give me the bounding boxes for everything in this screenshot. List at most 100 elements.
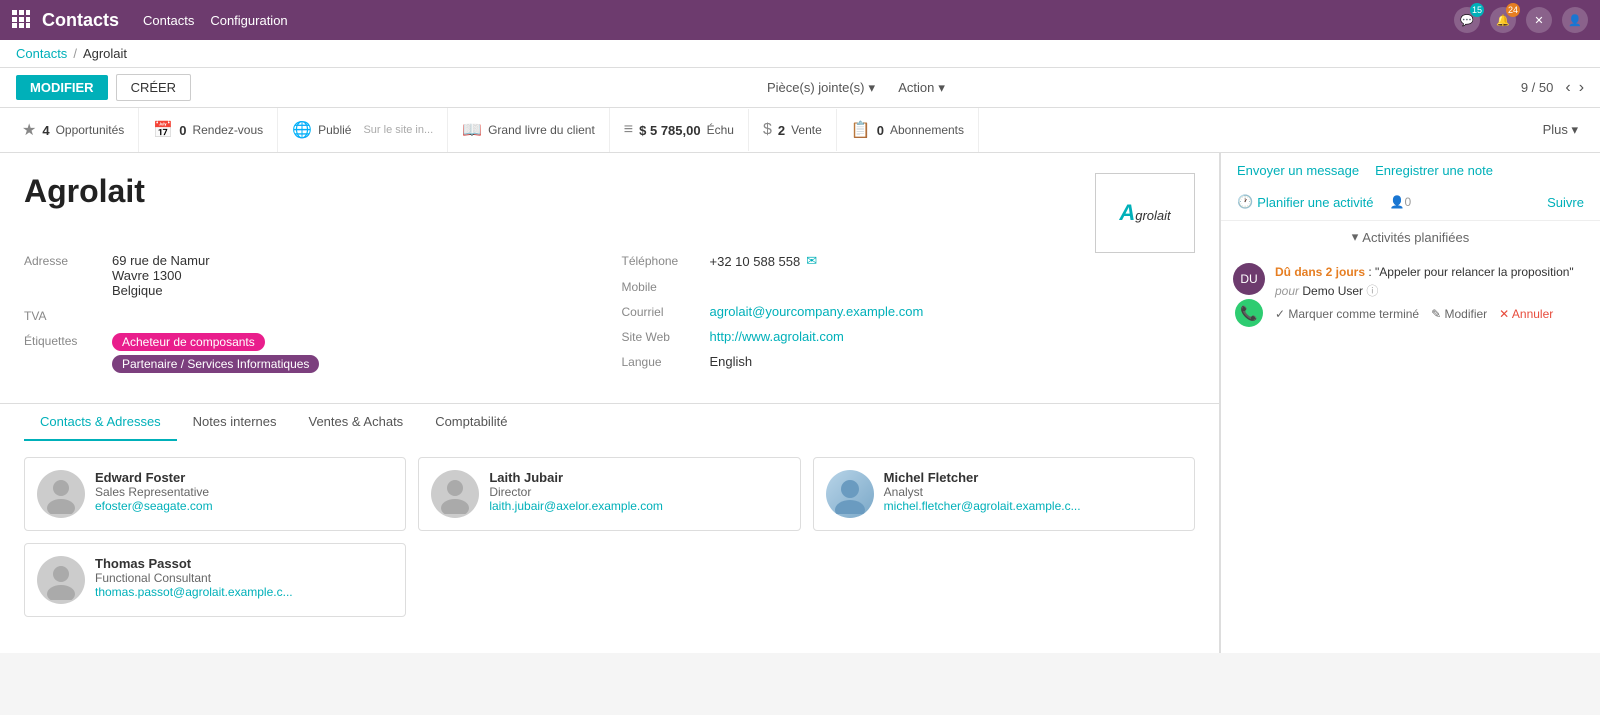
action-label: Action [898,80,934,95]
modifier-button[interactable]: MODIFIER [16,75,108,100]
activity-due: Dû dans 2 jours [1275,265,1365,279]
nav-contacts[interactable]: Contacts [143,13,194,28]
contact-info-michel: Michel Fletcher Analyst michel.fletcher@… [884,470,1081,513]
contact-card-edward[interactable]: Edward Foster Sales Representative efost… [24,457,406,531]
avatar-laith [431,470,479,518]
mobile-field: Mobile [622,279,1196,294]
siteweb-field: Site Web http://www.agrolait.com [622,329,1196,344]
stat-publie[interactable]: 🌐 Publié Sur le site in... [278,108,448,152]
contact-email-laith[interactable]: laith.jubair@axelor.example.com [489,499,663,513]
stat-abonnements-label: Abonnements [890,123,964,137]
nav-links: Contacts Configuration [143,13,1454,28]
star-icon: ★ [22,120,36,140]
nav-prev-arrow[interactable]: ‹ [1565,79,1570,97]
courriel-value[interactable]: agrolait@yourcompany.example.com [710,304,924,319]
globe-icon: 🌐 [292,120,312,140]
content-area: Agrolait Agrolait Adresse 69 rue de Namu… [0,153,1600,653]
tab-comptabilite[interactable]: Comptabilité [419,404,523,441]
mark-done-link[interactable]: ✓ Marquer comme terminé [1275,305,1419,324]
tab-contacts-adresses[interactable]: Contacts & Adresses [24,404,177,441]
info-icon[interactable]: ⓘ [1366,284,1378,298]
address-line2: Wavre 1300 [112,268,210,283]
action-button[interactable]: Action ▾ [898,80,945,96]
piecejointe-button[interactable]: Pièce(s) jointe(s) ▾ [767,80,875,96]
edit-link[interactable]: ✎ Modifier [1431,305,1487,324]
contact-email-edward[interactable]: efoster@seagate.com [95,499,213,513]
clipboard-icon: 📋 [851,120,871,140]
contact-card-michel[interactable]: Michel Fletcher Analyst michel.fletcher@… [813,457,1195,531]
user-icon[interactable]: 👤 [1562,7,1588,33]
stat-more[interactable]: Plus ▾ [1529,114,1592,146]
tva-label: TVA [24,308,104,323]
activity-phone-icon: 📞 [1235,299,1263,327]
contact-email-michel[interactable]: michel.fletcher@agrolait.example.c... [884,499,1081,513]
follow-button[interactable]: Suivre [1547,195,1584,210]
stat-abonnements-num: 0 [877,123,884,138]
stat-rendezvous-num: 0 [179,123,186,138]
activity-actions: ✓ Marquer comme terminé ✎ Modifier ✕ Ann… [1275,305,1588,324]
follower-count: 👤0 [1390,195,1412,209]
stat-abonnements[interactable]: 📋 0 Abonnements [837,108,979,152]
stat-publie-sub: Sur le site in... [363,124,433,136]
top-nav: Contacts Contacts Configuration 💬 15 🔔 2… [0,0,1600,40]
contact-name-thomas: Thomas Passot [95,556,293,571]
siteweb-value[interactable]: http://www.agrolait.com [710,329,844,344]
nav-next-arrow[interactable]: › [1579,79,1584,97]
contact-name: Agrolait [24,173,1195,210]
action-dropdown-icon[interactable]: ▾ [938,80,945,96]
siteweb-label: Site Web [622,329,702,344]
contact-email-thomas[interactable]: thomas.passot@agrolait.example.c... [95,585,293,599]
creer-button[interactable]: CRÉER [116,74,192,101]
save-note-link[interactable]: Enregistrer une note [1375,163,1493,178]
stat-rendezvous[interactable]: 📅 0 Rendez-vous [139,108,278,152]
stat-grandlivre[interactable]: 📖 Grand livre du client [448,108,610,152]
piecejointe-dropdown-icon[interactable]: ▾ [869,80,876,96]
stat-vente[interactable]: $ 2 Vente [749,109,837,151]
activity-user: Demo User [1302,284,1363,298]
stat-echu-num: $ 5 785,00 [639,123,700,138]
activities-title: Activités planifiées [1362,230,1469,245]
tab-notes-internes[interactable]: Notes internes [177,404,293,441]
breadcrumb-current: Agrolait [83,46,127,61]
contact-role-laith: Director [489,485,663,499]
phone-email-icon[interactable]: ✉ [806,253,817,269]
stat-vente-num: 2 [778,123,785,138]
address-field: Adresse 69 rue de Namur Wavre 1300 Belgi… [24,253,598,298]
tva-field: TVA [24,308,598,323]
left-panel: Agrolait Agrolait Adresse 69 rue de Namu… [0,153,1220,653]
tag-partenaire: Partenaire / Services Informatiques [112,355,319,373]
stat-grandlivre-label: Grand livre du client [488,123,595,137]
grid-icon[interactable] [12,10,30,31]
send-message-link[interactable]: Envoyer un message [1237,163,1359,178]
tabs-bar: Contacts & Adresses Notes internes Vente… [0,403,1219,441]
dollar-icon: $ [763,121,772,139]
nav-configuration[interactable]: Configuration [210,13,287,28]
list-icon: ≡ [624,121,633,139]
notifications-icon[interactable]: 🔔 24 [1490,7,1516,33]
address-label: Adresse [24,253,104,268]
activities-header[interactable]: ▾ Activités planifiées [1233,221,1588,253]
stat-opportunities-num: 4 [42,123,49,138]
telephone-label: Téléphone [622,253,702,268]
nav-count: 9 / 50 [1521,80,1554,95]
messages-badge: 15 [1470,3,1484,17]
stat-opportunities[interactable]: ★ 4 Opportunités [8,108,139,152]
cancel-link[interactable]: ✕ Annuler [1499,305,1553,324]
stat-echu[interactable]: ≡ $ 5 785,00 Échu [610,109,749,151]
calendar-icon: 📅 [153,120,173,140]
messages-icon[interactable]: 💬 15 [1454,7,1480,33]
book-icon: 📖 [462,120,482,140]
contact-card-thomas[interactable]: Thomas Passot Functional Consultant thom… [24,543,406,617]
contact-info-laith: Laith Jubair Director laith.jubair@axelo… [489,470,663,513]
close-icon[interactable]: ✕ [1526,7,1552,33]
address-line3: Belgique [112,283,210,298]
contact-card-laith[interactable]: Laith Jubair Director laith.jubair@axelo… [418,457,800,531]
activity-content: Dû dans 2 jours : "Appeler pour relancer… [1275,263,1588,325]
tab-ventes-achats[interactable]: Ventes & Achats [293,404,420,441]
company-logo: Agrolait [1095,173,1195,253]
telephone-field: Téléphone +32 10 588 558 ✉ [622,253,1196,269]
breadcrumb-parent[interactable]: Contacts [16,46,67,61]
activity-user-avatar: DU [1233,263,1265,295]
contact-name-laith: Laith Jubair [489,470,663,485]
plan-activity-link[interactable]: 🕐 Planifier une activité [1237,194,1374,210]
